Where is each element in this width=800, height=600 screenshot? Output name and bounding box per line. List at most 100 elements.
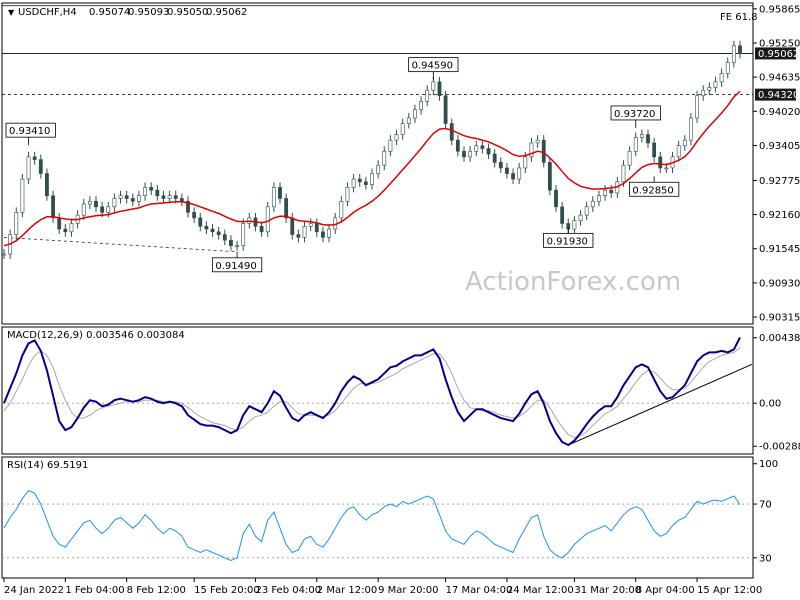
candle-body <box>210 228 215 233</box>
candle-body <box>682 139 687 147</box>
candle-body <box>173 195 178 199</box>
candle-body <box>547 162 552 191</box>
candle-body <box>167 195 172 199</box>
x-tick-label: 9 Mar 20:00 <box>378 585 438 596</box>
candle-body <box>290 217 295 235</box>
candle-body <box>137 195 141 202</box>
candle-body <box>222 234 227 241</box>
usdchf-chart[interactable]: ▼ USDCHF,H4 0.95074 0.95093 0.95050 0.95… <box>0 0 800 600</box>
candle-body <box>271 187 276 208</box>
rsi-y-tick-label: 70 <box>759 500 772 511</box>
x-tick-label: 1 Feb 04:00 <box>65 585 124 596</box>
x-tick-label: 24 Jan 2022 <box>4 585 64 596</box>
ohlc-low: 0.95050 <box>167 7 208 18</box>
candle-body <box>646 134 650 144</box>
candle-body <box>725 62 730 74</box>
candle-body <box>45 173 49 197</box>
candle <box>14 207 19 240</box>
candle-body <box>468 150 473 158</box>
candle <box>695 90 699 123</box>
candle-body <box>689 117 693 141</box>
price-y-tick-label: 0.92775 <box>759 176 800 187</box>
candle-body <box>486 148 491 155</box>
candle-body <box>480 145 485 149</box>
candle-body <box>296 234 301 238</box>
candle-body <box>363 181 368 185</box>
rsi-pane-frame <box>1 456 754 579</box>
candle-body <box>51 195 55 219</box>
candle-body <box>357 178 362 183</box>
candle-body <box>38 159 43 174</box>
x-tick-label: 31 Mar 20:00 <box>574 585 641 596</box>
candle-body <box>118 195 123 199</box>
x-tick-label: 8 Apr 04:00 <box>636 585 695 596</box>
candle-body <box>94 200 98 208</box>
candle-body <box>541 139 546 163</box>
price-y-tick-label: 0.94020 <box>759 107 800 118</box>
candle-body <box>658 156 663 169</box>
candle <box>265 201 270 237</box>
candle-body <box>327 228 331 238</box>
candle <box>26 151 31 185</box>
rsi-y-tick-label: 100 <box>759 459 778 470</box>
macd-y-tick-label: 0.004381 <box>759 333 800 344</box>
candle-body <box>314 223 319 233</box>
candle-body <box>431 81 436 91</box>
x-tick-label: 2 Mar 12:00 <box>317 585 377 596</box>
price-y-tick-label: 0.90930 <box>759 278 800 289</box>
price-y-tick-label: 0.93405 <box>759 141 800 152</box>
x-tick-label: 15 Apr 12:00 <box>697 585 762 596</box>
candle-body <box>707 87 712 91</box>
candle <box>45 168 49 201</box>
candle-body <box>664 167 669 170</box>
candle-body <box>437 81 442 97</box>
candle-body <box>419 100 423 110</box>
rsi-y-tick-label: 30 <box>759 553 772 564</box>
annotation-label: 0.94590 <box>412 61 453 72</box>
candle-body <box>106 206 111 213</box>
fib-level-label: FE 61.8 <box>720 12 758 23</box>
candle-body <box>26 156 31 180</box>
candle-body <box>695 95 699 119</box>
candle-body <box>87 200 92 205</box>
ohlc-open: 0.95074 <box>89 7 130 18</box>
candle <box>51 190 55 223</box>
price-y-tick-label: 0.95865 <box>759 4 800 15</box>
candle <box>443 90 448 129</box>
candle-body <box>321 231 325 238</box>
candle-body <box>590 200 595 208</box>
candle-body <box>652 142 657 158</box>
candle-body <box>376 164 381 174</box>
macd-pane[interactable]: MACD(12,26,9) 0.003546 0.003084 0.004381… <box>1 326 800 455</box>
macd-pane-frame <box>1 326 754 455</box>
macd-title: MACD(12,26,9) 0.003546 0.003084 <box>7 330 185 341</box>
candle-body <box>192 212 197 219</box>
candle-body <box>701 89 706 97</box>
candle-body <box>2 253 6 256</box>
x-tick-label: 23 Feb 04:00 <box>255 585 321 596</box>
candle-body <box>425 89 430 102</box>
candle-body <box>155 189 160 197</box>
candle-body <box>345 187 350 202</box>
price-pane[interactable]: ▼ USDCHF,H4 0.95074 0.95093 0.95050 0.95… <box>1 2 800 325</box>
candle-body <box>572 220 577 230</box>
candle-body <box>731 45 736 63</box>
candle-body <box>413 109 417 119</box>
candle-body <box>676 145 681 158</box>
candle-body <box>505 167 509 174</box>
candle-body <box>81 203 86 216</box>
candle-body <box>235 245 239 247</box>
candle-body <box>69 223 74 233</box>
candle-body <box>308 223 313 227</box>
dropdown-triangle-icon[interactable]: ▼ <box>8 8 15 17</box>
candle-body <box>719 73 724 83</box>
rsi-pane[interactable]: RSI(14) 69.5191 100 70 30 <box>1 456 778 579</box>
price-y-tick-label: 0.91545 <box>759 244 800 255</box>
candle-body <box>351 178 356 188</box>
candle-body <box>100 206 105 213</box>
candle-body <box>498 162 503 169</box>
candle-body <box>284 198 289 219</box>
candle-body <box>462 150 466 158</box>
candle <box>541 135 546 168</box>
ohlc-close: 0.95062 <box>206 7 247 18</box>
